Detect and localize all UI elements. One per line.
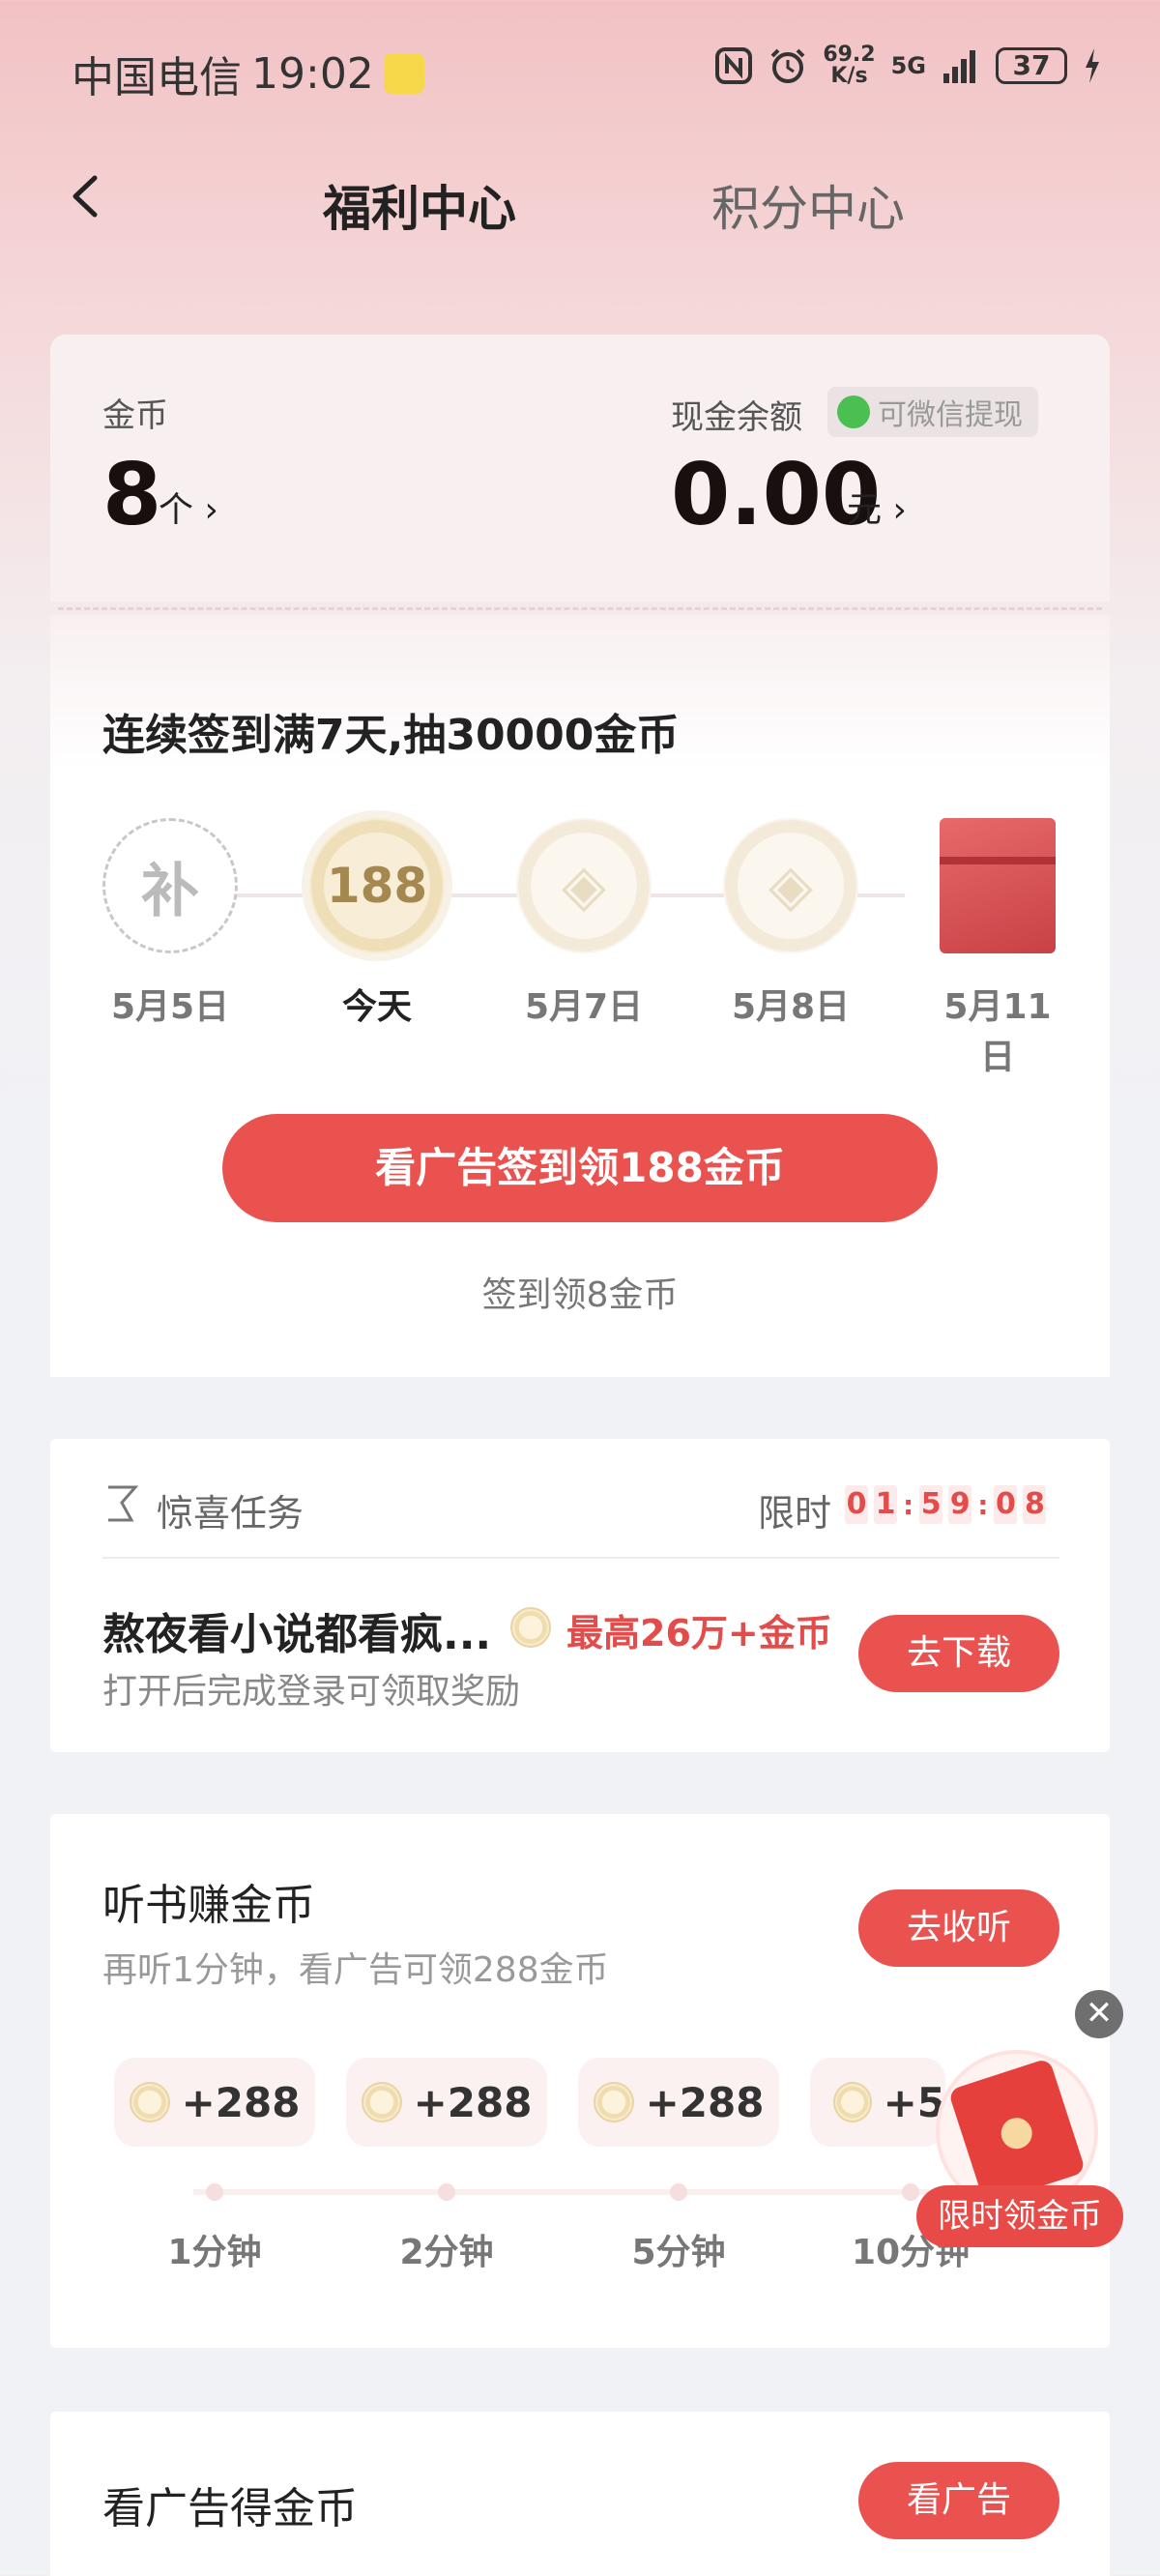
task-reward: 最高26万+金币	[566, 1612, 832, 1654]
timer-digit: 9	[948, 1485, 972, 1524]
checkin-day-3: ◈ 5月7日	[516, 818, 652, 1029]
net-speed-unit: K/s	[830, 64, 868, 88]
listen-subtitle: 再听1分钟，看广告可领288金币	[102, 1950, 609, 1990]
ad-title: 看广告得金币	[102, 2484, 358, 2533]
timer-digit: 1	[874, 1485, 897, 1524]
checkin-day-makeup[interactable]: 补 5月5日	[102, 818, 238, 1029]
back-arrow-icon[interactable]	[66, 172, 104, 220]
go-listen-button[interactable]: 去收听	[858, 1889, 1059, 1967]
coin-icon: ◈	[516, 818, 652, 953]
coin-icon	[361, 2082, 402, 2122]
countdown-timer: 0 1 : 5 9 : 0 8	[845, 1485, 1047, 1524]
battery-indicator: 37	[996, 47, 1067, 84]
balance-card	[50, 335, 1110, 601]
coin-icon	[129, 2082, 170, 2122]
checkin-day-label: 5月5日	[110, 987, 230, 1027]
minute-label: 2分钟	[399, 2233, 494, 2272]
cash-unit-link[interactable]: 元 ›	[847, 482, 907, 532]
net-speed: 69.2 K/s	[823, 44, 875, 87]
cash-label: 现金余额	[671, 398, 802, 437]
checkin-day-label: 今天	[341, 987, 412, 1027]
progress-dot	[902, 2183, 919, 2201]
progress-dot	[670, 2183, 687, 2201]
checkin-day-gift[interactable]: 5月11日	[930, 818, 1065, 1079]
listen-reward-row: +288 +288 +288 +5	[114, 2058, 945, 2147]
red-envelope-label[interactable]: 限时领金币	[916, 2185, 1123, 2247]
status-time: 19:02	[251, 48, 374, 99]
reward-chip[interactable]: +5	[810, 2058, 945, 2147]
charging-icon	[1086, 48, 1099, 83]
checkin-day-label: 5月7日	[524, 987, 644, 1027]
gold-value[interactable]: 8	[102, 445, 161, 544]
red-envelope-icon	[947, 2058, 1087, 2205]
network-type: 5G	[890, 52, 926, 79]
tab-welfare-center[interactable]: 福利中心	[323, 170, 516, 240]
download-button[interactable]: 去下载	[858, 1615, 1059, 1692]
timer-digit: 0	[994, 1485, 1018, 1524]
nfc-icon	[715, 47, 753, 84]
task-title: 熬夜看小说都看疯...	[102, 1610, 492, 1659]
chevron-right-icon: ›	[204, 490, 218, 530]
progress-dot	[438, 2183, 455, 2201]
tab-points-center[interactable]: 积分中心	[711, 170, 905, 240]
checkin-day-4: ◈ 5月8日	[723, 818, 858, 1029]
reward-amount: +288	[413, 2078, 533, 2126]
minute-label: 1分钟	[167, 2233, 262, 2272]
timer-digit: 8	[1023, 1485, 1047, 1524]
coin-icon	[510, 1607, 551, 1648]
checkin-link[interactable]: 签到领8金币	[0, 1267, 1160, 1317]
alarm-icon	[770, 48, 805, 83]
reward-chip[interactable]: +288	[578, 2058, 779, 2147]
app-notification-icon	[383, 53, 424, 94]
divider	[102, 1557, 1059, 1559]
gold-label: 金币	[102, 396, 168, 435]
net-speed-value: 69.2	[823, 43, 876, 67]
checkin-day-today[interactable]: 188 今天	[309, 818, 445, 1029]
reward-amount: +5	[883, 2078, 945, 2126]
gold-coin-icon: 188	[309, 818, 445, 953]
chevron-right-icon: ›	[892, 490, 907, 530]
timer-colon: :	[977, 1488, 989, 1521]
wechat-badge-label: 可微信提现	[878, 398, 1023, 432]
ad-checkin-button[interactable]: 看广告签到领188金币	[222, 1114, 938, 1222]
ticket-divider	[58, 607, 1102, 610]
watch-ad-button[interactable]: 看广告	[858, 2462, 1059, 2539]
makeup-coin-icon: 补	[102, 818, 238, 953]
gold-unit-link[interactable]: 个 ›	[159, 482, 218, 532]
listen-title: 听书赚金币	[102, 1881, 315, 1930]
wechat-icon	[837, 395, 870, 428]
reward-amount: +288	[645, 2078, 765, 2126]
timer-digit: 5	[919, 1485, 943, 1524]
carrier-name: 中国电信	[72, 53, 242, 102]
checkin-title: 连续签到满7天,抽30000金币	[102, 711, 680, 760]
task-description: 打开后完成登录可领取奖励	[102, 1672, 521, 1712]
coin-icon	[833, 2082, 872, 2122]
reward-chip[interactable]: +288	[114, 2058, 315, 2147]
status-left: 中国电信 19:02	[72, 43, 424, 104]
signal-icon	[943, 50, 975, 83]
surprise-task-title: 惊喜任务	[157, 1492, 304, 1535]
surprise-task-icon	[108, 1485, 139, 1522]
coin-icon	[593, 2082, 634, 2122]
gold-unit: 个	[159, 490, 194, 530]
minute-label: 5分钟	[631, 2233, 726, 2272]
timer-digit: 0	[845, 1485, 868, 1524]
reward-chip[interactable]: +288	[346, 2058, 547, 2147]
gift-box-icon	[940, 818, 1056, 953]
coin-icon: ◈	[723, 818, 858, 953]
timer-colon: :	[903, 1488, 914, 1521]
cash-unit: 元	[847, 490, 883, 530]
reward-amount: +288	[181, 2078, 301, 2126]
close-icon[interactable]: ✕	[1075, 1990, 1123, 2038]
progress-dot	[206, 2183, 223, 2201]
status-right: 69.2 K/s 5G 37	[714, 44, 1102, 87]
wechat-withdraw-badge[interactable]: 可微信提现	[827, 387, 1038, 437]
checkin-day-label: 5月11日	[943, 987, 1052, 1077]
checkin-day-label: 5月8日	[731, 987, 851, 1027]
limited-time-label: 限时	[758, 1492, 832, 1535]
